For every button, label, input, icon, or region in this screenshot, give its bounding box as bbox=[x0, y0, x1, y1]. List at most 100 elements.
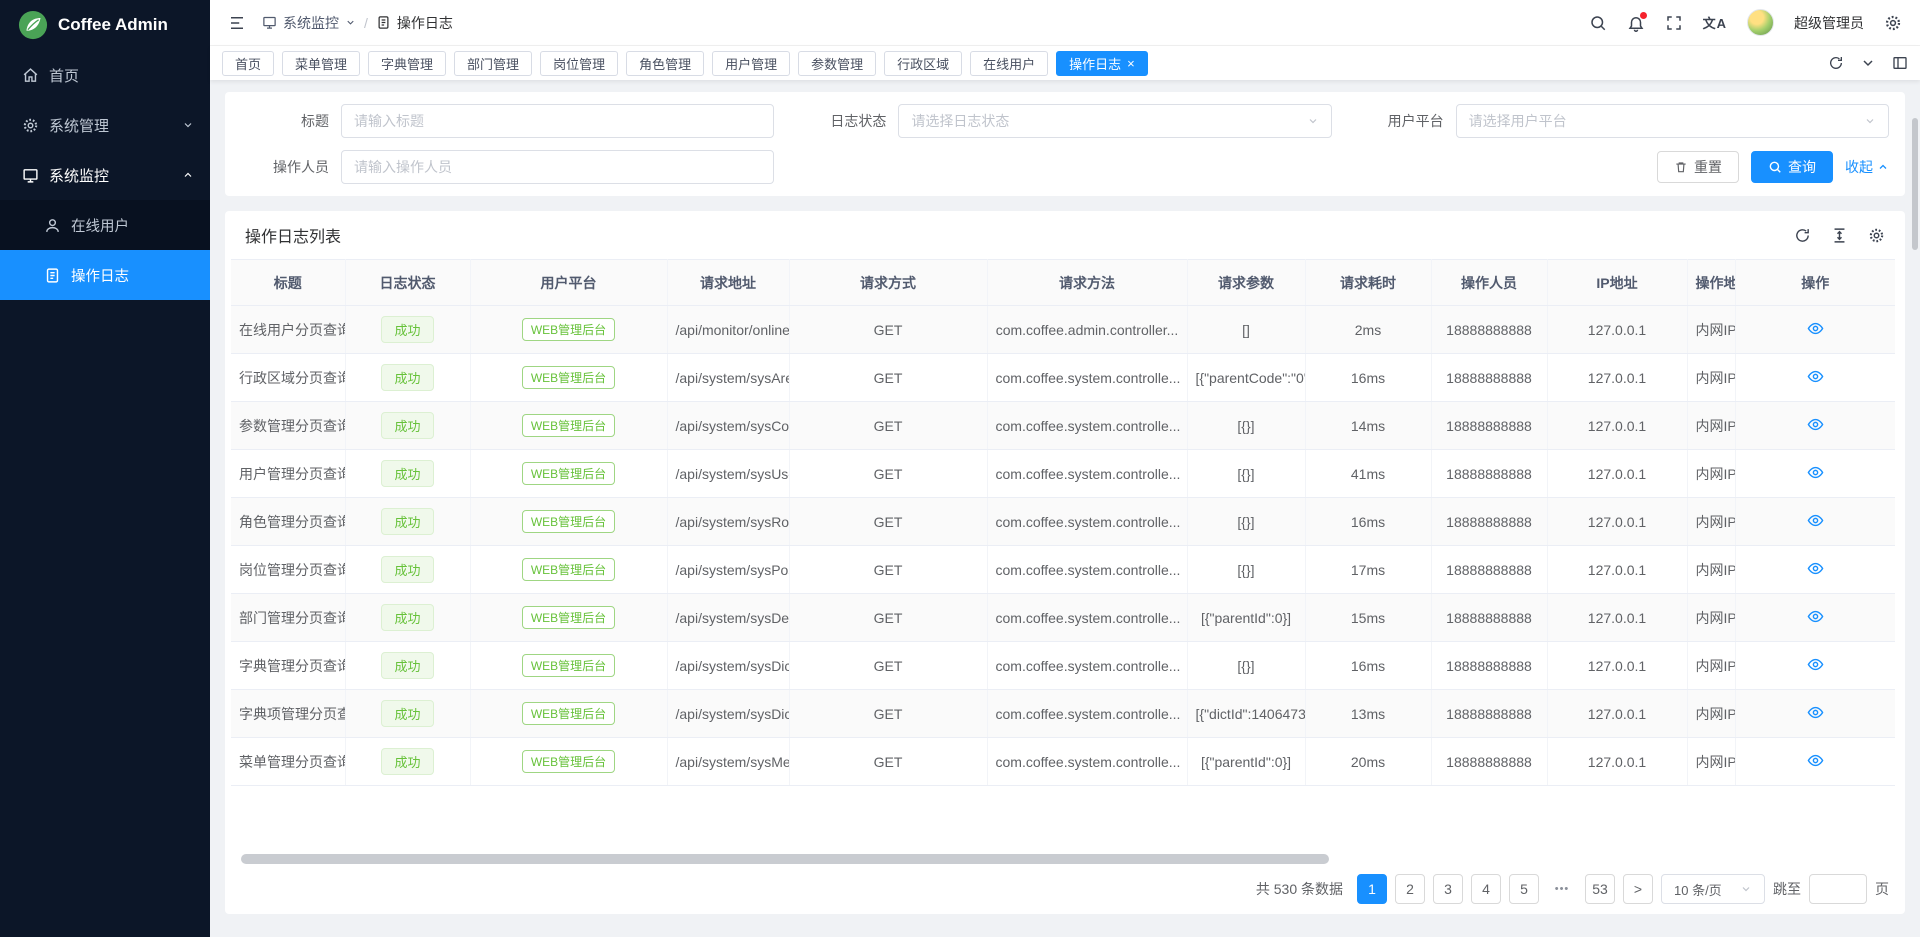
sidebar-item-system-management[interactable]: 系统管理 bbox=[0, 100, 210, 150]
cell-operator: 18888888888 bbox=[1431, 642, 1547, 690]
menu-fold-icon[interactable] bbox=[228, 14, 246, 32]
column-header: 请求方式 bbox=[789, 260, 987, 306]
cell-ip-address: 127.0.0.1 bbox=[1547, 738, 1687, 786]
layout-icon[interactable] bbox=[1892, 55, 1908, 71]
status-badge: 成功 bbox=[381, 364, 433, 391]
search-icon[interactable] bbox=[1589, 14, 1607, 32]
tab[interactable]: 在线用户 bbox=[970, 51, 1048, 76]
sidebar-item-home[interactable]: 首页 bbox=[0, 50, 210, 100]
log-status-select[interactable]: 请选择日志状态 bbox=[898, 104, 1331, 138]
cell-request-function: com.coffee.system.controlle... bbox=[987, 690, 1187, 738]
view-detail-eye-icon[interactable] bbox=[1807, 416, 1824, 433]
tab[interactable]: 行政区域 bbox=[884, 51, 962, 76]
settings-gear-icon[interactable] bbox=[1884, 14, 1902, 32]
tab-close-icon[interactable]: × bbox=[1127, 57, 1135, 70]
tab[interactable]: 操作日志 × bbox=[1056, 51, 1148, 76]
cell-actions bbox=[1735, 642, 1895, 690]
sidebar-item-operation-log[interactable]: 操作日志 bbox=[0, 250, 210, 300]
view-detail-eye-icon[interactable] bbox=[1807, 656, 1824, 673]
column-settings-gear-icon[interactable] bbox=[1868, 227, 1885, 244]
tab[interactable]: 部门管理 bbox=[454, 51, 532, 76]
horizontal-scrollbar[interactable] bbox=[241, 854, 1889, 864]
tab[interactable]: 字典管理 bbox=[368, 51, 446, 76]
cell-request-duration: 41ms bbox=[1305, 450, 1431, 498]
title-label: 标题 bbox=[241, 111, 341, 131]
view-detail-eye-icon[interactable] bbox=[1807, 560, 1824, 577]
cell-user-platform: WEB管理后台 bbox=[470, 546, 667, 594]
page-scrollbar-thumb[interactable] bbox=[1912, 118, 1918, 250]
user-platform-label: 用户平台 bbox=[1356, 111, 1456, 131]
page-button[interactable]: 1 bbox=[1357, 874, 1387, 904]
column-header: 日志状态 bbox=[345, 260, 470, 306]
page-button[interactable]: 2 bbox=[1395, 874, 1425, 904]
cell-title: 字典项管理分页查询 bbox=[231, 690, 345, 738]
search-button[interactable]: 查询 bbox=[1751, 151, 1833, 183]
chevron-down-icon[interactable] bbox=[1860, 55, 1876, 71]
page-button[interactable]: > bbox=[1623, 874, 1653, 904]
cell-ip-address: 127.0.0.1 bbox=[1547, 546, 1687, 594]
cell-operator: 18888888888 bbox=[1431, 498, 1547, 546]
cell-request-function: com.coffee.system.controlle... bbox=[987, 402, 1187, 450]
sidebar-item-label: 系统管理 bbox=[49, 115, 109, 136]
cell-operator: 18888888888 bbox=[1431, 450, 1547, 498]
cell-user-platform: WEB管理后台 bbox=[470, 450, 667, 498]
cell-request-method: GET bbox=[789, 546, 987, 594]
view-detail-eye-icon[interactable] bbox=[1807, 464, 1824, 481]
density-icon[interactable] bbox=[1831, 227, 1848, 244]
table-row: 岗位管理分页查询 成功 WEB管理后台 /api/system/sysPost/… bbox=[231, 546, 1895, 594]
avatar[interactable] bbox=[1747, 9, 1774, 36]
refresh-icon[interactable] bbox=[1828, 55, 1844, 71]
table-row: 参数管理分页查询 成功 WEB管理后台 /api/system/sysConfi… bbox=[231, 402, 1895, 450]
cell-request-params: [{}] bbox=[1187, 402, 1305, 450]
user-platform-select[interactable]: 请选择用户平台 bbox=[1456, 104, 1889, 138]
view-detail-eye-icon[interactable] bbox=[1807, 320, 1824, 337]
view-detail-eye-icon[interactable] bbox=[1807, 704, 1824, 721]
tabbar-tools bbox=[1814, 55, 1908, 71]
username[interactable]: 超级管理员 bbox=[1794, 13, 1864, 33]
tab[interactable]: 菜单管理 bbox=[282, 51, 360, 76]
table-row: 部门管理分页查询 成功 WEB管理后台 /api/system/sysDept/… bbox=[231, 594, 1895, 642]
tab[interactable]: 角色管理 bbox=[626, 51, 704, 76]
platform-badge: WEB管理后台 bbox=[522, 606, 615, 629]
sidebar-item-online-users[interactable]: 在线用户 bbox=[0, 200, 210, 250]
cell-actions bbox=[1735, 738, 1895, 786]
view-detail-eye-icon[interactable] bbox=[1807, 752, 1824, 769]
view-detail-eye-icon[interactable] bbox=[1807, 512, 1824, 529]
operator-input[interactable] bbox=[341, 150, 774, 184]
fullscreen-icon[interactable] bbox=[1665, 14, 1683, 32]
tab[interactable]: 参数管理 bbox=[798, 51, 876, 76]
jump-page-input[interactable] bbox=[1809, 874, 1867, 904]
page-button-list: 1 2 3 4 5 ••• 53 bbox=[1357, 874, 1653, 904]
cell-request-url: /api/system/sysUser/page bbox=[667, 450, 789, 498]
tab[interactable]: 首页 bbox=[222, 51, 274, 76]
tab[interactable]: 用户管理 bbox=[712, 51, 790, 76]
cell-user-platform: WEB管理后台 bbox=[470, 642, 667, 690]
view-detail-eye-icon[interactable] bbox=[1807, 608, 1824, 625]
translate-icon[interactable]: 文A bbox=[1703, 13, 1727, 32]
cell-request-method: GET bbox=[789, 738, 987, 786]
cell-user-platform: WEB管理后台 bbox=[470, 690, 667, 738]
page-size-select[interactable]: 10 条/页 bbox=[1661, 874, 1765, 904]
view-detail-eye-icon[interactable] bbox=[1807, 368, 1824, 385]
collapse-link[interactable]: 收起 bbox=[1845, 157, 1889, 177]
reset-button[interactable]: 重置 bbox=[1657, 151, 1739, 183]
tab[interactable]: 岗位管理 bbox=[540, 51, 618, 76]
refresh-icon[interactable] bbox=[1794, 227, 1811, 244]
page-content: 标题 日志状态 请选择日志状态 用户平台 请选择用户平台 bbox=[210, 80, 1920, 937]
column-header: 用户平台 bbox=[470, 260, 667, 306]
page-button[interactable]: 3 bbox=[1433, 874, 1463, 904]
breadcrumb-parent[interactable]: 系统监控 bbox=[262, 13, 356, 33]
page-button[interactable]: 4 bbox=[1471, 874, 1501, 904]
cell-request-method: GET bbox=[789, 690, 987, 738]
page-button[interactable]: 5 bbox=[1509, 874, 1539, 904]
page-button[interactable]: ••• bbox=[1547, 874, 1577, 904]
tab-label: 岗位管理 bbox=[553, 54, 605, 73]
cell-actions bbox=[1735, 354, 1895, 402]
horizontal-scrollbar-thumb[interactable] bbox=[241, 854, 1329, 864]
cell-request-url: /api/system/sysConfig/page bbox=[667, 402, 789, 450]
page-button[interactable]: 53 bbox=[1585, 874, 1615, 904]
title-input[interactable] bbox=[341, 104, 774, 138]
bell-icon[interactable] bbox=[1627, 14, 1645, 32]
table-row: 字典管理分页查询 成功 WEB管理后台 /api/system/sysDict/… bbox=[231, 642, 1895, 690]
sidebar-item-system-monitor[interactable]: 系统监控 bbox=[0, 150, 210, 200]
